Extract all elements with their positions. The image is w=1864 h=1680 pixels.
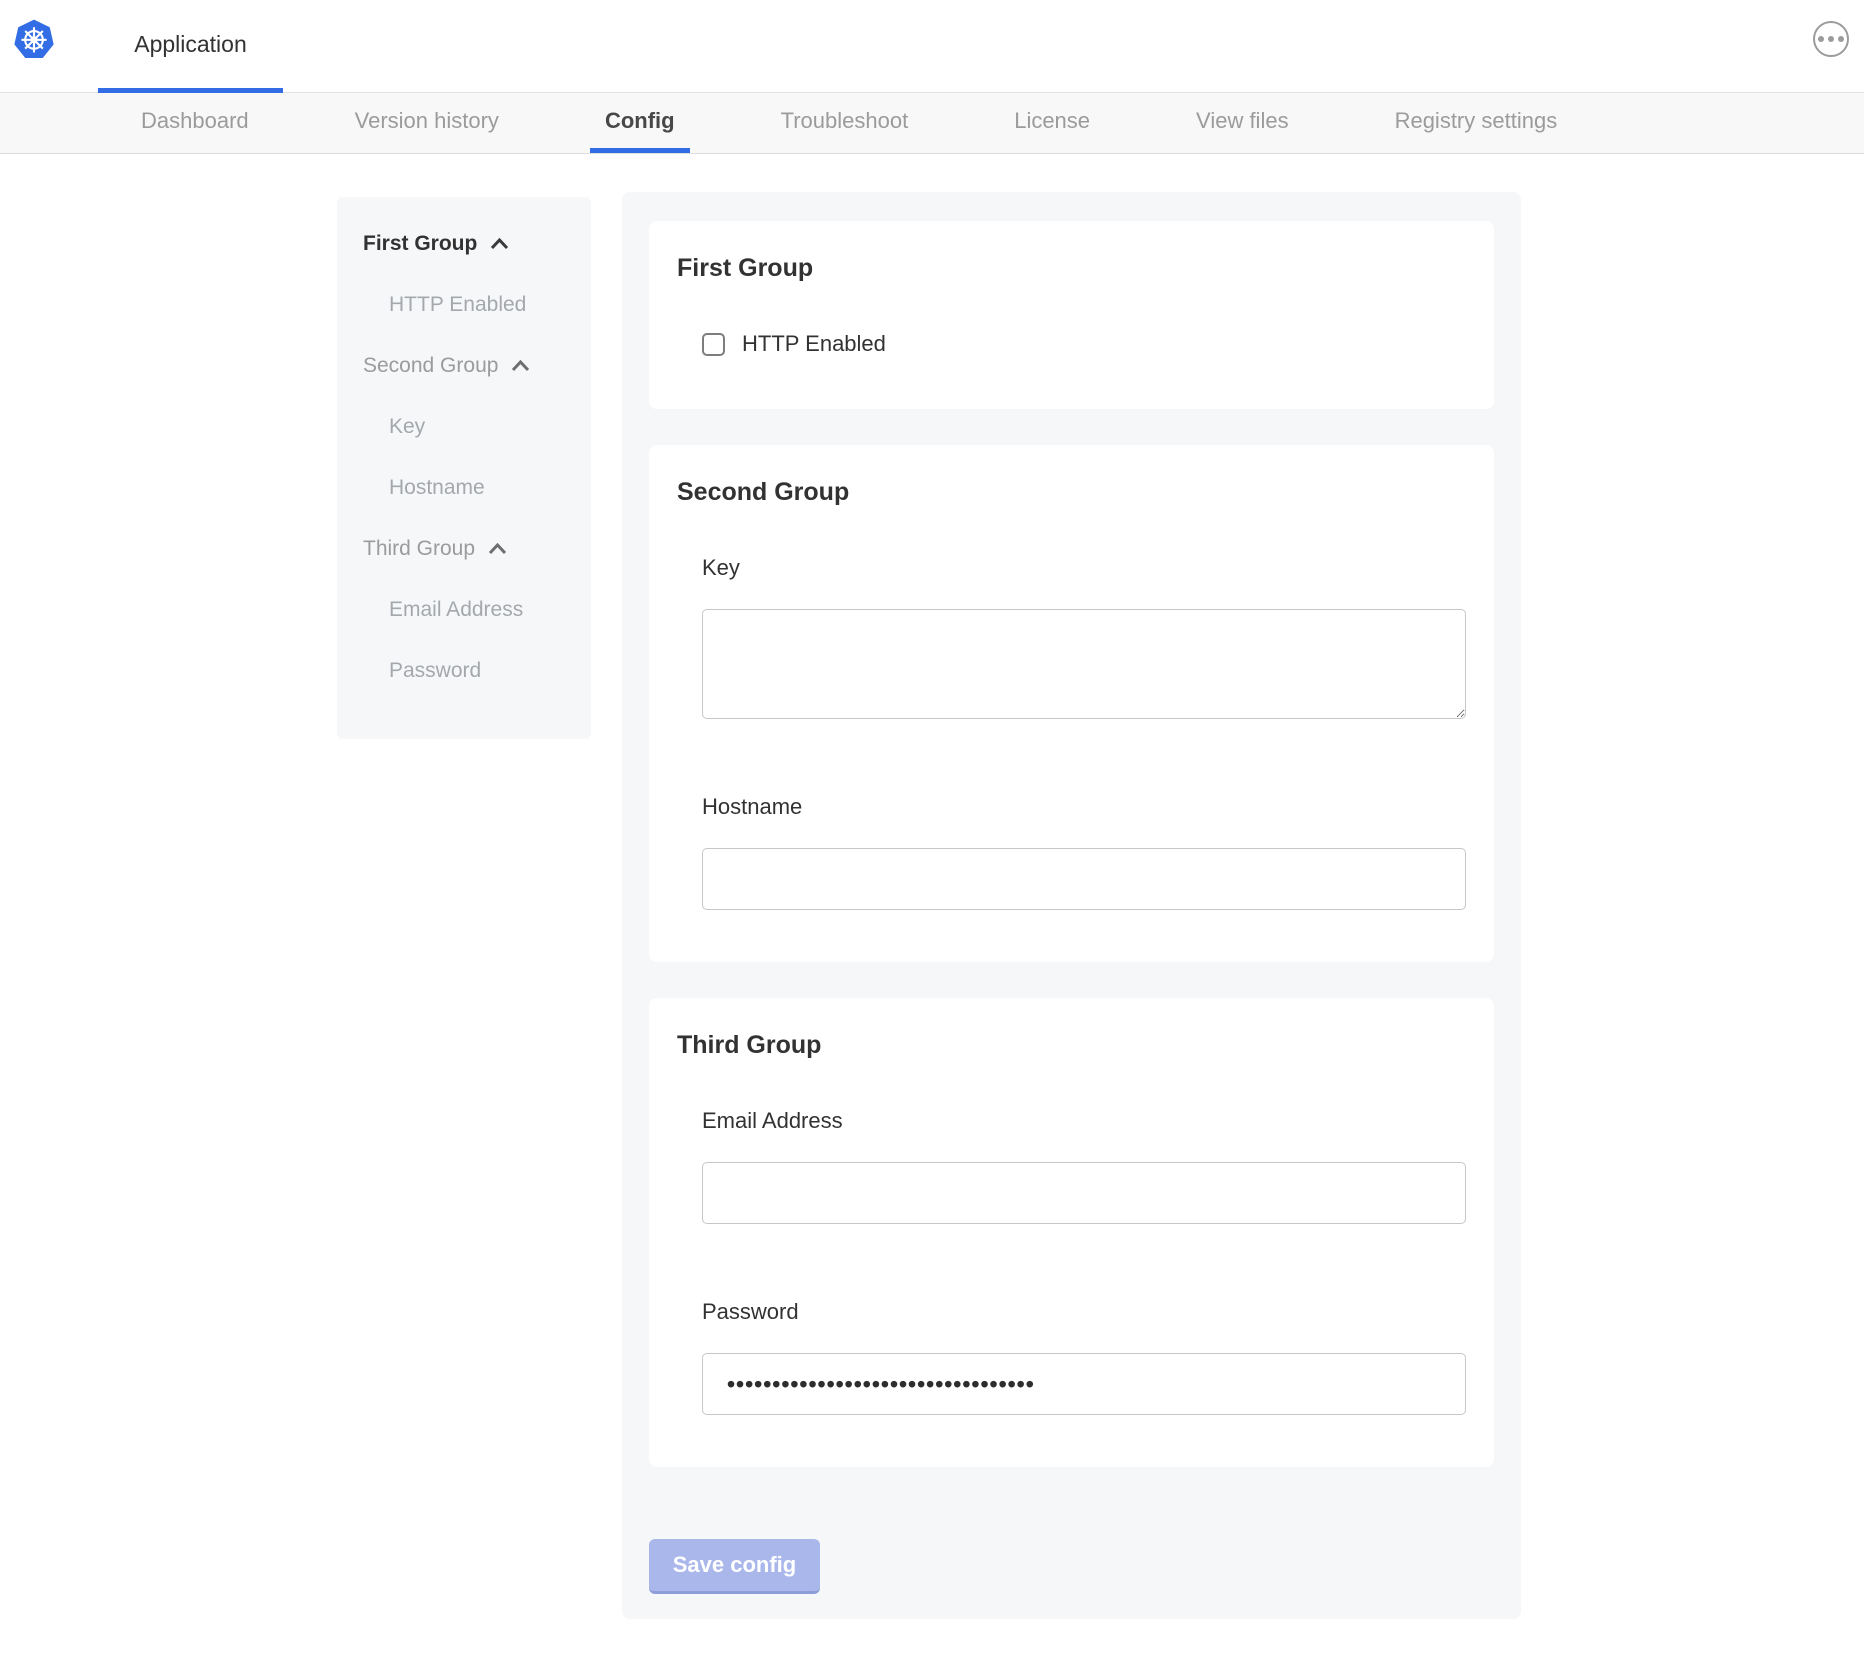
sidebar-group-label: First Group bbox=[363, 232, 477, 256]
config-field-password: Password bbox=[702, 1299, 1466, 1415]
config-content-panel: First Group HTTP Enabled Second Group Key Ho… bbox=[622, 192, 1521, 1619]
tab-license[interactable]: License bbox=[999, 93, 1105, 153]
hostname-input[interactable] bbox=[702, 848, 1466, 910]
tab-version-history[interactable]: Version history bbox=[340, 93, 514, 153]
ellipsis-icon bbox=[1838, 36, 1844, 42]
config-field-http-enabled: HTTP Enabled bbox=[702, 331, 1466, 357]
checkbox-row-http-enabled[interactable]: HTTP Enabled bbox=[702, 331, 1466, 357]
sidebar-item-password[interactable]: Password bbox=[337, 640, 591, 701]
http-enabled-checkbox[interactable] bbox=[702, 333, 725, 356]
app-tab-application[interactable]: Application bbox=[98, 0, 283, 93]
config-field-email-address: Email Address bbox=[702, 1108, 1466, 1224]
config-sidebar: First Group HTTP Enabled Second Group KeyHo… bbox=[337, 197, 591, 739]
config-group-title: First Group bbox=[677, 253, 1466, 283]
key-textarea[interactable] bbox=[702, 609, 1466, 719]
field-label-password: Password bbox=[702, 1299, 1466, 1325]
chevron-up-icon bbox=[490, 238, 509, 250]
checkbox-label: HTTP Enabled bbox=[742, 331, 886, 357]
config-group-card-third-group: Third Group Email Address Password bbox=[649, 998, 1494, 1467]
save-config-button[interactable]: Save config bbox=[649, 1539, 820, 1594]
ellipsis-icon bbox=[1818, 36, 1824, 42]
tab-config[interactable]: Config bbox=[590, 93, 690, 153]
email-address-input[interactable] bbox=[702, 1162, 1466, 1224]
sidebar-group-label: Third Group bbox=[363, 537, 475, 561]
ellipsis-icon bbox=[1828, 36, 1834, 42]
sidebar-item-hostname[interactable]: Hostname bbox=[337, 457, 591, 518]
sidebar-item-http-enabled[interactable]: HTTP Enabled bbox=[337, 274, 591, 335]
overflow-menu-button[interactable] bbox=[1813, 21, 1849, 57]
config-group-title: Second Group bbox=[677, 477, 1466, 507]
password-input[interactable] bbox=[702, 1353, 1466, 1415]
tab-dashboard[interactable]: Dashboard bbox=[126, 93, 264, 153]
config-group-card-second-group: Second Group Key Hostname bbox=[649, 445, 1494, 962]
field-label-email-address: Email Address bbox=[702, 1108, 1466, 1134]
sidebar-group-first-group[interactable]: First Group bbox=[337, 213, 591, 274]
config-field-hostname: Hostname bbox=[702, 794, 1466, 910]
tab-registry-settings[interactable]: Registry settings bbox=[1380, 93, 1573, 153]
sidebar-item-key[interactable]: Key bbox=[337, 396, 591, 457]
field-label-key: Key bbox=[702, 555, 1466, 581]
sidebar-group-label: Second Group bbox=[363, 354, 498, 378]
tab-troubleshoot[interactable]: Troubleshoot bbox=[766, 93, 924, 153]
sidebar-group-third-group[interactable]: Third Group bbox=[337, 518, 591, 579]
chevron-up-icon bbox=[511, 360, 530, 372]
config-group-card-first-group: First Group HTTP Enabled bbox=[649, 221, 1494, 409]
field-label-hostname: Hostname bbox=[702, 794, 1466, 820]
secondary-nav: Dashboard Version history Config Troublesho… bbox=[0, 93, 1864, 154]
config-field-key: Key bbox=[702, 555, 1466, 719]
sidebar-group-second-group[interactable]: Second Group bbox=[337, 335, 591, 396]
kubernetes-logo-icon bbox=[13, 17, 55, 61]
config-sidebar-list: First Group HTTP Enabled Second Group KeyHo… bbox=[337, 197, 591, 701]
tab-view-files[interactable]: View files bbox=[1181, 93, 1304, 153]
config-group-title: Third Group bbox=[677, 1030, 1466, 1060]
sidebar-item-email-address[interactable]: Email Address bbox=[337, 579, 591, 640]
top-header: Application bbox=[0, 0, 1864, 93]
chevron-up-icon bbox=[488, 543, 507, 555]
